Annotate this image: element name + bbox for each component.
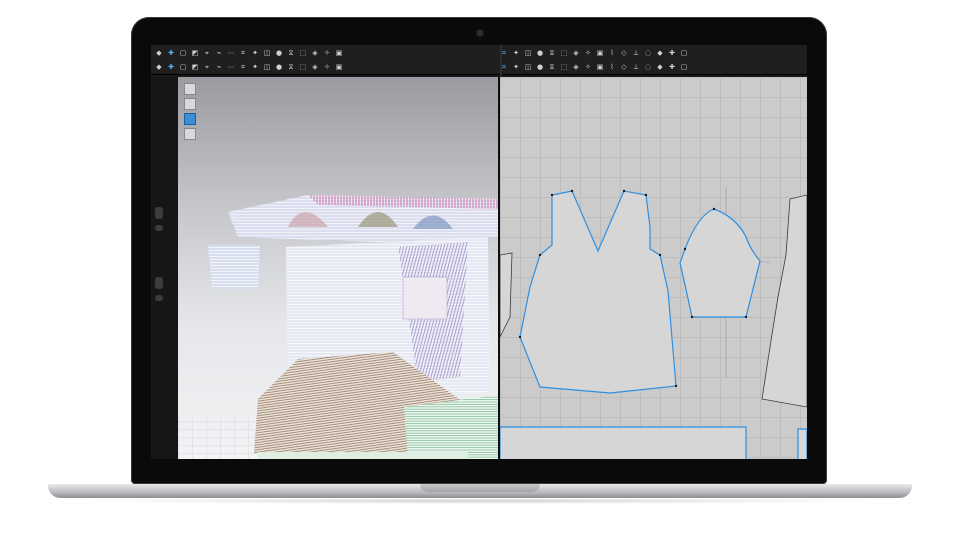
mirror-icon[interactable]: ◫ — [263, 63, 271, 71]
transform-pattern-icon[interactable]: ✦ — [512, 49, 520, 57]
segment-icon[interactable]: ◌ — [644, 49, 652, 57]
add-point-icon[interactable]: ● — [536, 49, 544, 57]
internal-icon[interactable]: ✧ — [323, 63, 331, 71]
sew-icon[interactable]: ⋯ — [227, 49, 235, 57]
view-mode-icon[interactable] — [184, 83, 196, 95]
dart-icon[interactable]: ⋯ — [227, 63, 235, 71]
texture-mode-icon[interactable] — [184, 113, 196, 125]
line-icon[interactable]: ✚ — [167, 63, 175, 71]
align-icon[interactable]: ⧖ — [287, 63, 295, 71]
graphic-icon[interactable]: ◈ — [572, 63, 580, 71]
toolbar-divider — [500, 45, 502, 76]
grade-icon[interactable]: ⌗ — [239, 63, 247, 71]
avatar-icon[interactable]: ✧ — [323, 49, 331, 57]
pleat-icon[interactable]: ◫ — [263, 49, 271, 57]
pattern-sleeve[interactable] — [679, 208, 761, 318]
notch-icon[interactable]: ⌁ — [215, 63, 223, 71]
ruler-icon[interactable]: ▢ — [680, 63, 688, 71]
dart-tool-icon[interactable]: ◇ — [620, 49, 628, 57]
move-icon[interactable]: ✚ — [167, 49, 175, 57]
fold-icon[interactable]: ⌁ — [215, 49, 223, 57]
polygon-icon[interactable]: ⧖ — [548, 49, 556, 57]
seam-icon[interactable]: ⌗ — [239, 49, 247, 57]
curve-icon[interactable]: ▢ — [179, 63, 187, 71]
light-icon[interactable] — [184, 98, 196, 110]
stitch-icon[interactable]: ◆ — [155, 63, 163, 71]
rect-icon[interactable]: ▢ — [179, 49, 187, 57]
fabric-icon[interactable]: ▣ — [335, 49, 343, 57]
tack-icon[interactable]: ✦ — [251, 49, 259, 57]
circle-icon[interactable]: ▣ — [335, 63, 343, 71]
texture-tool-icon[interactable]: ✧ — [584, 63, 592, 71]
sim-icon[interactable]: ◈ — [311, 49, 319, 57]
notch-tool-icon[interactable]: ⧖ — [548, 63, 556, 71]
toolbar-row-top: ◆ ✚ ▢ ◩ ⌖ ⌁ ⋯ ⌗ ✦ ◫ ● ⧖ ⬚ ◈ ✧ ▣ ⌗ ✦ ◫ ● ⧖ ⬚ ◈ ✧ ▣ ⌇ ◇ ⟂ ◌ ◆ ✚ ▢ — [151, 45, 807, 60]
cut-icon[interactable]: ⌖ — [203, 63, 211, 71]
pleat-tool-icon[interactable]: ◫ — [524, 63, 532, 71]
left-panel-rail — [151, 77, 178, 459]
knob-icon[interactable] — [155, 225, 163, 231]
rectangle-icon[interactable]: ⬚ — [560, 49, 568, 57]
internal-polygon-icon[interactable]: ✧ — [584, 49, 592, 57]
pattern-front-bodice[interactable] — [519, 190, 677, 394]
check-icon[interactable]: ▢ — [680, 49, 688, 57]
viewport-toolbar — [184, 83, 196, 143]
webcam-icon — [477, 30, 483, 36]
puckering-icon[interactable]: ⟂ — [632, 63, 640, 71]
ellipse-icon[interactable]: ◈ — [572, 49, 580, 57]
edit-curve-icon[interactable]: ◫ — [524, 49, 532, 57]
point-icon[interactable]: ◩ — [191, 63, 199, 71]
pattern-back-bodice[interactable] — [761, 194, 807, 408]
measure-tool-icon[interactable]: ✚ — [668, 63, 676, 71]
2d-pattern-window[interactable] — [500, 77, 807, 459]
zip-icon[interactable]: ⧖ — [287, 49, 295, 57]
grain-tool-icon[interactable]: ⬚ — [560, 63, 568, 71]
offset-icon[interactable]: ✦ — [251, 63, 259, 71]
3d-viewport[interactable] — [178, 77, 498, 459]
knob-icon[interactable] — [155, 295, 163, 301]
internal-circle-icon[interactable]: ⌇ — [608, 49, 616, 57]
button-tool-icon[interactable]: ⌇ — [608, 63, 616, 71]
color-icon[interactable]: ▣ — [596, 63, 604, 71]
internal-rect-icon[interactable]: ▣ — [596, 49, 604, 57]
laptop-notch — [420, 484, 540, 492]
sym-icon[interactable]: ● — [275, 63, 283, 71]
laptop-shadow — [70, 498, 890, 504]
pattern-left-partial[interactable] — [500, 252, 513, 338]
3d-garment-canvas — [178, 195, 498, 459]
layer-icon[interactable]: ◆ — [656, 63, 664, 71]
sew-tool-icon[interactable]: ◆ — [656, 49, 664, 57]
knob-icon[interactable] — [155, 277, 163, 289]
length-icon[interactable]: ◈ — [311, 63, 319, 71]
app-screen: ◆ ✚ ▢ ◩ ⌖ ⌁ ⋯ ⌗ ✦ ◫ ● ⧖ ⬚ ◈ ✧ ▣ ⌗ ✦ ◫ ● ⧖ ⬚ ◈ ✧ ▣ ⌇ ◇ ⟂ ◌ ◆ ✚ ▢ ◆ ✚ ▢ ◩ ⌖ ⌁ ⋯… — [151, 45, 807, 459]
pin-icon[interactable]: ⌖ — [203, 49, 211, 57]
zip-tool-icon[interactable]: ◇ — [620, 63, 628, 71]
tape-icon[interactable]: ◌ — [644, 63, 652, 71]
select-icon[interactable]: ◆ — [155, 49, 163, 57]
trace-tool-icon[interactable]: ⟂ — [632, 49, 640, 57]
knob-icon[interactable] — [155, 207, 163, 219]
transform-icon[interactable]: ◩ — [191, 49, 199, 57]
binding-icon[interactable]: ✦ — [512, 63, 520, 71]
pattern-canvas — [500, 187, 807, 459]
pocket — [402, 276, 448, 320]
button-icon[interactable]: ● — [275, 49, 283, 57]
free-sew-icon[interactable]: ✚ — [668, 49, 676, 57]
toolbar-row-bottom: ◆ ✚ ▢ ◩ ⌖ ⌁ ⋯ ⌗ ✦ ◫ ● ⧖ ⬚ ◈ ✧ ▣ ⌗ ✦ ◫ ● ⧖ ⬚ ◈ ✧ ▣ ⌇ ◇ ⟂ ◌ ◆ ✚ ▢ — [151, 60, 807, 75]
pattern-waistband[interactable] — [500, 426, 747, 459]
arrange-icon[interactable]: ⬚ — [299, 49, 307, 57]
match-icon[interactable]: ⬚ — [299, 63, 307, 71]
avatar-toggle-icon[interactable] — [184, 128, 196, 140]
fold-tool-icon[interactable]: ● — [536, 63, 544, 71]
